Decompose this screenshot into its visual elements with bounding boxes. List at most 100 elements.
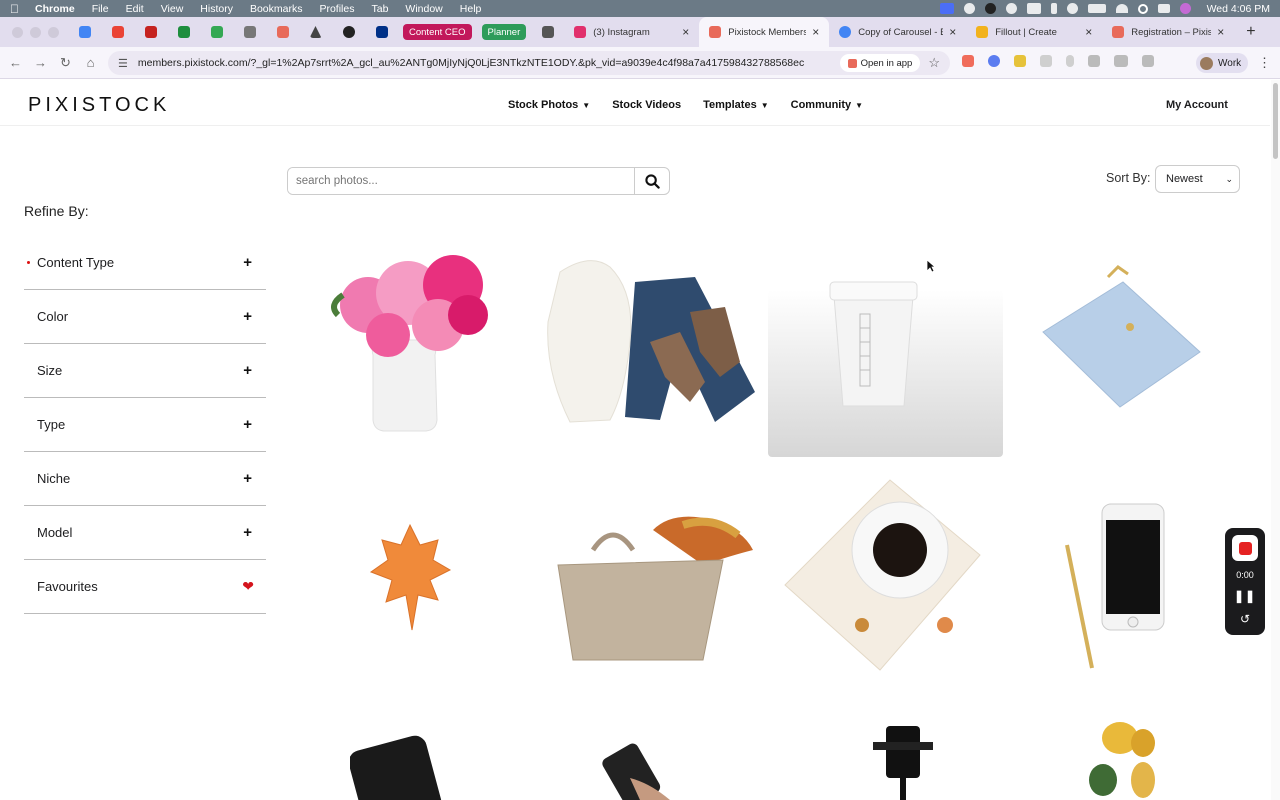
screen-share-icon[interactable] xyxy=(939,3,954,14)
menu-kebab-icon[interactable]: ⋮ xyxy=(1258,55,1271,71)
photo-coffee-cup[interactable] xyxy=(826,276,921,410)
photo-sweater-jeans-boots[interactable] xyxy=(540,252,755,430)
pause-icon[interactable]: ❚❚ xyxy=(1234,589,1256,603)
search-icon[interactable] xyxy=(1137,3,1148,14)
reload-icon[interactable]: ↻ xyxy=(53,55,78,71)
photo-pink-flowers-vase[interactable] xyxy=(318,245,503,435)
pinned-tab-drive[interactable] xyxy=(299,17,332,47)
filter-size[interactable]: Size + xyxy=(24,344,266,398)
close-icon[interactable]: × xyxy=(812,25,819,39)
filter-model[interactable]: Model + xyxy=(24,506,266,560)
pinned-tab-content-ceo[interactable]: Content CEO xyxy=(403,24,472,40)
url-text[interactable]: members.pixistock.com/?_gl=1%2Ap7srrt%2A… xyxy=(138,57,828,69)
status-icon[interactable] xyxy=(963,3,975,14)
pinned-tab-gmail-1[interactable] xyxy=(101,17,134,47)
minimize-window-button[interactable] xyxy=(30,26,41,38)
photo-woven-basket[interactable] xyxy=(553,510,753,665)
filter-color[interactable]: Color + xyxy=(24,290,266,344)
plus-icon[interactable]: + xyxy=(243,254,252,271)
pinned-tab-gmail-2[interactable] xyxy=(134,17,167,47)
menu-profiles[interactable]: Profiles xyxy=(319,3,354,15)
my-account-link[interactable]: My Account xyxy=(1166,99,1228,111)
pinned-tab-notes[interactable] xyxy=(233,17,266,47)
back-icon[interactable]: ← xyxy=(3,55,28,70)
pinned-tab-planner[interactable]: Planner xyxy=(481,24,527,40)
site-settings-icon[interactable]: ☰ xyxy=(118,57,128,70)
pinned-tab-sheets-2[interactable] xyxy=(200,17,233,47)
puzzle-icon[interactable] xyxy=(1088,55,1100,67)
pinned-tab-sheets-1[interactable] xyxy=(167,17,200,47)
filter-content-type[interactable]: Content Type + xyxy=(24,236,266,290)
pinned-tab-docs[interactable] xyxy=(68,17,101,47)
plus-icon[interactable]: + xyxy=(243,416,252,433)
tab-pixistock-members[interactable]: Pixistock Members - × xyxy=(699,17,830,47)
nav-stock-videos[interactable]: Stock Videos xyxy=(612,99,681,111)
microphone-icon[interactable] xyxy=(1066,55,1074,67)
pinned-tab-blank[interactable] xyxy=(531,17,564,47)
close-window-button[interactable] xyxy=(12,26,23,38)
nav-templates[interactable]: Templates ▼ xyxy=(703,99,769,111)
bluetooth-icon[interactable] xyxy=(1050,3,1057,14)
open-in-app-button[interactable]: Open in app xyxy=(839,54,921,72)
photo-autumn-leaf[interactable] xyxy=(368,520,453,635)
menu-window[interactable]: Window xyxy=(405,3,442,15)
address-bar[interactable]: ☰ members.pixistock.com/?_gl=1%2Ap7srrt%… xyxy=(108,51,950,75)
wifi-icon[interactable] xyxy=(1115,4,1128,13)
menu-app-name[interactable]: Chrome xyxy=(35,3,75,15)
sort-select[interactable]: Newest ⌄ xyxy=(1155,165,1240,193)
menu-clock[interactable]: Wed 4:06 PM xyxy=(1207,3,1270,15)
filter-favourites[interactable]: Favourites ❤ xyxy=(24,560,266,614)
close-icon[interactable]: × xyxy=(682,25,689,39)
photo-hand-with-phone[interactable] xyxy=(600,738,695,800)
audio-icon[interactable] xyxy=(984,3,996,14)
tab-instagram[interactable]: (3) Instagram × xyxy=(564,17,699,47)
photo-phone-tripod[interactable] xyxy=(868,722,938,800)
new-tab-button[interactable]: + xyxy=(1246,23,1255,41)
page-scrollbar[interactable] xyxy=(1271,80,1280,800)
close-icon[interactable]: × xyxy=(1085,25,1092,39)
camera-icon[interactable] xyxy=(1040,55,1052,67)
tab-fillout[interactable]: Fillout | Create × xyxy=(966,17,1102,47)
extension-icon[interactable] xyxy=(988,55,1000,67)
menu-history[interactable]: History xyxy=(200,3,233,15)
close-icon[interactable]: × xyxy=(1217,25,1224,39)
scrollbar-thumb[interactable] xyxy=(1273,83,1278,159)
heart-icon[interactable]: ❤ xyxy=(242,578,254,595)
home-icon[interactable]: ⌂ xyxy=(78,55,103,70)
nav-stock-photos[interactable]: Stock Photos ▼ xyxy=(508,99,590,111)
pinned-tab-paypal[interactable] xyxy=(365,17,398,47)
maximize-window-button[interactable] xyxy=(48,26,59,38)
close-icon[interactable]: × xyxy=(949,25,956,39)
menu-view[interactable]: View xyxy=(161,3,184,15)
battery-icon[interactable] xyxy=(1087,4,1106,13)
cast-icon[interactable] xyxy=(1066,3,1078,14)
stop-recording-button[interactable] xyxy=(1232,535,1258,561)
extension-icon[interactable] xyxy=(962,55,974,67)
site-logo[interactable]: PIXISTOCK xyxy=(28,94,170,117)
extension-icon[interactable] xyxy=(1014,55,1026,67)
side-panel-icon[interactable] xyxy=(1114,55,1128,67)
sync-icon[interactable] xyxy=(1005,3,1017,14)
photo-coffee-and-book[interactable] xyxy=(780,475,985,675)
search-button[interactable] xyxy=(634,168,669,194)
plus-icon[interactable]: + xyxy=(243,524,252,541)
download-icon[interactable] xyxy=(1142,55,1154,67)
plus-icon[interactable]: + xyxy=(243,362,252,379)
search-input[interactable] xyxy=(288,168,634,194)
photo-gourds[interactable] xyxy=(1085,718,1160,800)
menu-tab[interactable]: Tab xyxy=(371,3,388,15)
pinned-tab-pixistock[interactable] xyxy=(266,17,299,47)
photo-blue-wallet[interactable] xyxy=(1038,262,1203,412)
bookmark-star-icon[interactable]: ☆ xyxy=(928,55,940,71)
control-center-icon[interactable] xyxy=(1157,4,1170,13)
forward-icon[interactable]: → xyxy=(28,55,53,70)
tab-carousel[interactable]: Copy of Carousel - B × xyxy=(829,17,966,47)
photo-black-phone[interactable] xyxy=(350,732,445,800)
pinned-tab-chatgpt[interactable] xyxy=(332,17,365,47)
profile-button[interactable]: Work xyxy=(1196,53,1249,73)
filter-type[interactable]: Type + xyxy=(24,398,266,452)
menu-help[interactable]: Help xyxy=(460,3,482,15)
plus-icon[interactable]: + xyxy=(243,470,252,487)
menu-edit[interactable]: Edit xyxy=(126,3,144,15)
plus-icon[interactable]: + xyxy=(243,308,252,325)
